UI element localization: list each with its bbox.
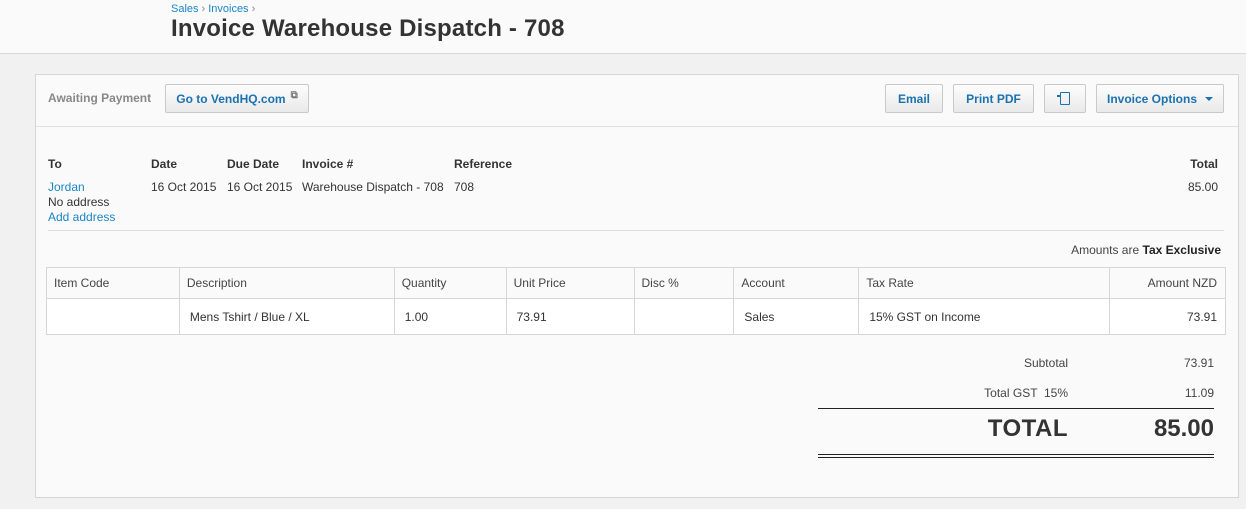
breadcrumb-separator: › [251,3,256,15]
subtotal-label: Subtotal [1023,356,1068,370]
copy-button[interactable] [1044,84,1086,113]
invoice-options-label: Invoice Options [1106,91,1197,106]
cell-description: Mens Tshirt / Blue / XL [178,298,395,335]
tax-mode-value: Tax Exclusive [1142,243,1222,257]
add-address-link[interactable]: Add address [48,210,115,224]
cell-item-code [46,298,180,335]
due-date-value: 16 Oct 2015 [227,180,293,194]
divider [48,230,1224,231]
invoice-number-label: Invoice # [302,157,354,171]
amounts-prefix: Amounts are [1071,243,1140,257]
date-value: 16 Oct 2015 [151,180,217,194]
chevron-down-icon [1205,96,1213,101]
reference-label: Reference [454,157,513,171]
invoice-toolbar: Awaiting Payment Go to VendHQ.com ⧉ Emai… [36,75,1238,127]
go-to-vendhq-label: Go to VendHQ.com [176,91,286,106]
grand-total-label: TOTAL [987,415,1068,442]
gst-label: Total GST 15% [984,386,1068,400]
copy-icon [1057,92,1070,105]
table-row: Mens Tshirt / Blue / XL 1.00 73.91 Sales… [46,298,1226,335]
date-label: Date [151,157,178,171]
invoice-options-button[interactable]: Invoice Options [1096,84,1224,113]
page-title: Invoice Warehouse Dispatch - 708 [171,15,565,42]
column-header-amount: Amount NZD [1109,267,1226,299]
breadcrumb-separator: › [201,3,206,15]
cell-amount: 73.91 [1109,298,1226,335]
column-header-quantity: Quantity [393,267,507,299]
go-to-vendhq-button[interactable]: Go to VendHQ.com ⧉ [165,84,309,113]
cell-discount [633,298,735,335]
cell-tax-rate: 15% GST on Income [858,298,1111,335]
to-label: To [48,157,62,171]
invoice-number-value: Warehouse Dispatch - 708 [302,180,444,194]
amounts-tax-note: Amounts are Tax Exclusive [1071,243,1221,257]
grand-total-value: 85.00 [1153,415,1214,442]
total-rule-top [818,408,1214,409]
table-header-row: Item Code Description Quantity Unit Pric… [46,267,1226,299]
column-header-tax-rate: Tax Rate [858,267,1111,299]
page-header: Sales › Invoices › Invoice Warehouse Dispat… [0,0,1246,54]
breadcrumb: Sales › Invoices › [171,3,258,15]
email-button[interactable]: Email [885,84,943,113]
breadcrumb-sales[interactable]: Sales [171,3,199,15]
subtotal-value: 73.91 [1183,356,1214,370]
no-address-text: No address [48,195,110,209]
total-rule-bottom-2 [818,457,1214,458]
column-header-item-code: Item Code [46,267,180,299]
reference-value: 708 [454,180,475,194]
total-rule-bottom-1 [818,454,1214,455]
invoice-panel: Awaiting Payment Go to VendHQ.com ⧉ Emai… [35,74,1239,498]
cell-account: Sales [733,298,860,335]
column-header-description: Description [178,267,395,299]
breadcrumb-invoices[interactable]: Invoices [208,3,248,15]
cell-unit-price: 73.91 [505,298,635,335]
column-header-unit-price: Unit Price [505,267,635,299]
total-label: Total [1190,157,1218,171]
total-value: 85.00 [1187,180,1218,194]
column-header-discount: Disc % [633,267,735,299]
cell-quantity: 1.00 [393,298,507,335]
gst-value: 11.09 [1184,386,1214,400]
due-date-label: Due Date [227,157,280,171]
line-items-table: Item Code Description Quantity Unit Pric… [46,267,1226,335]
column-header-account: Account [733,267,860,299]
status-label: Awaiting Payment [48,91,152,105]
contact-link[interactable]: Jordan [48,180,85,194]
print-pdf-button[interactable]: Print PDF [953,84,1034,113]
external-link-icon: ⧉ [290,90,298,101]
